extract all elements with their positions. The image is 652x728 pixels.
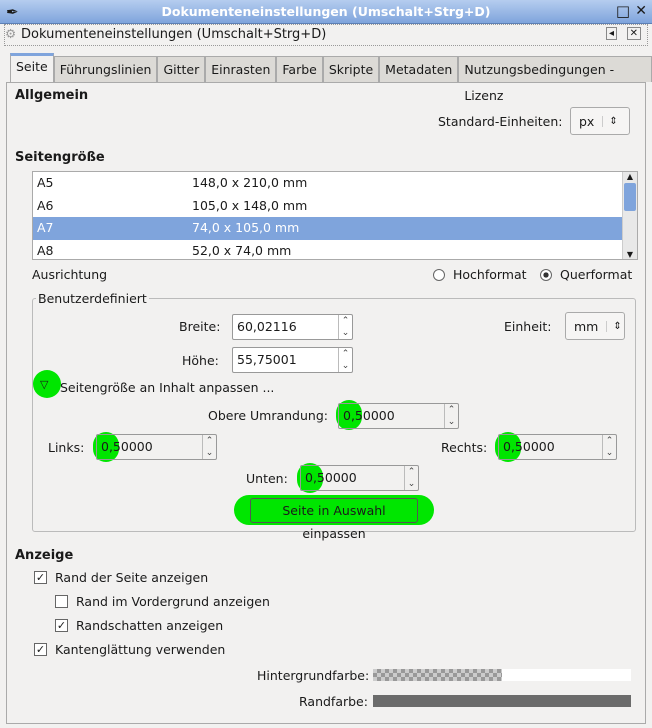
top-margin-label: Obere Umrandung: <box>208 408 328 423</box>
show-border-label: Rand der Seite anzeigen <box>55 570 209 585</box>
list-scrollbar[interactable]: ▲ ▼ <box>622 172 637 259</box>
spin-arrows-icon[interactable]: ⌃ ⌄ <box>444 404 458 428</box>
antialias-label: Kantenglättung verwenden <box>55 642 226 657</box>
unit-label: Einheit: <box>504 319 552 334</box>
check-icon: ✓ <box>55 619 68 632</box>
page-size-list: A5 148,0 x 210,0 mm A6 105,0 x 148,0 mm A7 74… <box>32 171 638 260</box>
top-margin-input[interactable]: 0,50000 ⌃ ⌄ <box>338 403 459 429</box>
border-shadow-checkbox[interactable]: ✓ Randschatten anzeigen <box>55 618 223 633</box>
bottom-margin-input[interactable]: 0,50000 ⌃ ⌄ <box>300 465 419 491</box>
maximize-button[interactable]: □ <box>616 2 630 20</box>
dock-close-button[interactable]: ✕ <box>626 27 641 40</box>
tab-bar: Seite Führungslinien Gitter Einrasten Fa… <box>10 53 652 103</box>
landscape-radio[interactable]: Querformat <box>540 267 632 282</box>
units-select[interactable]: px ⇕ <box>570 107 630 135</box>
fit-expander[interactable]: Seitengröße an Inhalt anpassen ... <box>60 380 274 395</box>
height-value: 55,75001 <box>237 352 297 367</box>
close-button[interactable]: ✕ <box>635 3 647 19</box>
page-size-row[interactable]: A8 52,0 x 74,0 mm <box>33 240 623 260</box>
border-shadow-label: Randschatten anzeigen <box>76 618 224 633</box>
border-color-label: Randfarbe: <box>299 694 368 709</box>
radio-off-icon <box>433 268 445 281</box>
border-color-button[interactable] <box>373 695 631 707</box>
height-input[interactable]: 55,75001 ⌃ ⌄ <box>232 347 353 373</box>
units-label: Standard-Einheiten: <box>438 114 563 129</box>
page-size-row[interactable]: A6 105,0 x 148,0 mm <box>33 195 623 218</box>
landscape-label: Querformat <box>560 267 633 282</box>
size-dimensions: 74,0 x 105,0 mm <box>192 220 300 235</box>
width-input[interactable]: 60,02116 ⌃ ⌄ <box>232 314 353 340</box>
updown-icon: ⇕ <box>606 320 627 332</box>
border-on-top-label: Rand im Vordergrund anzeigen <box>76 594 270 609</box>
size-dimensions: 52,0 x 74,0 mm <box>192 242 292 258</box>
spin-arrows-icon[interactable]: ⌃ ⌄ <box>338 315 352 339</box>
tab-metadaten[interactable]: Metadaten <box>379 56 459 82</box>
portrait-radio[interactable]: Hochformat <box>433 267 527 282</box>
title-bar: ✒ Dokumenteneinstellungen (Umschalt+Strg… <box>0 0 652 24</box>
left-margin-input[interactable]: 0,50000 ⌃ ⌄ <box>96 434 217 460</box>
page-size-row[interactable]: A7 74,0 x 105,0 mm <box>33 217 623 240</box>
orientation-label: Ausrichtung <box>32 267 108 282</box>
tab-seite[interactable]: Seite <box>10 53 54 82</box>
gear-icon: ⚙ <box>5 26 17 41</box>
width-value: 60,02116 <box>237 319 297 334</box>
expander-triangle-icon[interactable]: ▽ <box>40 378 48 391</box>
border-on-top-checkbox[interactable]: Rand im Vordergrund anzeigen <box>55 594 270 609</box>
size-name: A5 <box>37 175 54 190</box>
unit-value: mm <box>574 318 599 334</box>
bg-color-button[interactable] <box>373 669 631 681</box>
tab-gitter[interactable]: Gitter <box>157 56 206 82</box>
custom-legend: Benutzerdefiniert <box>36 291 149 306</box>
size-name: A8 <box>37 242 54 258</box>
check-icon: ✓ <box>34 643 47 656</box>
portrait-label: Hochformat <box>453 267 527 282</box>
height-label: Höhe: <box>182 353 219 368</box>
dock-header: ⚙ Dokumenteneinstellungen (Umschalt+Strg… <box>4 24 648 46</box>
width-label: Breite: <box>179 319 221 334</box>
inkscape-logo-icon: ✒ <box>6 3 19 21</box>
bottom-margin-value: 0,50000 <box>305 470 357 485</box>
right-margin-label: Rechts: <box>441 440 488 455</box>
general-heading: Allgemein <box>15 88 89 103</box>
checkerboard-swatch <box>373 669 502 681</box>
size-name: A6 <box>37 197 54 213</box>
page-size-row[interactable]: A5 148,0 x 210,0 mm <box>33 172 623 195</box>
size-dimensions: 105,0 x 148,0 mm <box>192 197 308 213</box>
bg-color-label: Hintergrundfarbe: <box>257 668 370 683</box>
right-margin-value: 0,50000 <box>503 439 555 454</box>
size-dimensions: 148,0 x 210,0 mm <box>192 175 308 190</box>
right-margin-input[interactable]: 0,50000 ⌃ ⌄ <box>498 434 617 460</box>
left-margin-value: 0,50000 <box>101 439 153 454</box>
tab-einrasten[interactable]: Einrasten <box>205 56 277 82</box>
check-icon: ✓ <box>34 571 47 584</box>
spin-arrows-icon[interactable]: ⌃ ⌄ <box>404 466 418 490</box>
tab-farbe[interactable]: Farbe <box>276 56 323 82</box>
bottom-margin-label: Unten: <box>246 471 288 486</box>
fit-to-selection-button[interactable]: Seite in Auswahl einpassen <box>250 498 418 541</box>
display-heading: Anzeige <box>15 548 74 563</box>
tab-lizenz[interactable]: Nutzungsbedingungen - Lizenz <box>458 56 652 103</box>
radio-on-icon <box>540 268 552 281</box>
top-margin-value: 0,50000 <box>343 408 395 423</box>
checkbox-empty-icon <box>55 595 68 608</box>
window-title: Dokumenteneinstellungen (Umschalt+Strg+D… <box>161 4 491 19</box>
units-value: px <box>579 113 595 129</box>
page-size-heading: Seitengröße <box>15 150 105 165</box>
tab-skripte[interactable]: Skripte <box>322 56 380 82</box>
spin-arrows-icon[interactable]: ⌃ ⌄ <box>338 348 352 372</box>
show-border-checkbox[interactable]: ✓ Rand der Seite anzeigen <box>34 570 208 585</box>
updown-icon: ⇕ <box>602 115 623 127</box>
unit-select[interactable]: mm ⇕ <box>565 312 625 340</box>
scrollbar-thumb[interactable] <box>624 183 636 211</box>
spin-arrows-icon[interactable]: ⌃ ⌄ <box>602 435 616 459</box>
tab-fuehrungslinien[interactable]: Führungslinien <box>53 56 158 82</box>
dock-title: Dokumenteneinstellungen (Umschalt+Strg+D… <box>21 27 327 42</box>
antialias-checkbox[interactable]: ✓ Kantenglättung verwenden <box>34 642 225 657</box>
collapse-button[interactable]: ◂ <box>605 27 617 40</box>
size-name: A7 <box>37 220 54 235</box>
left-margin-label: Links: <box>48 440 85 455</box>
spin-arrows-icon[interactable]: ⌃ ⌄ <box>202 435 216 459</box>
